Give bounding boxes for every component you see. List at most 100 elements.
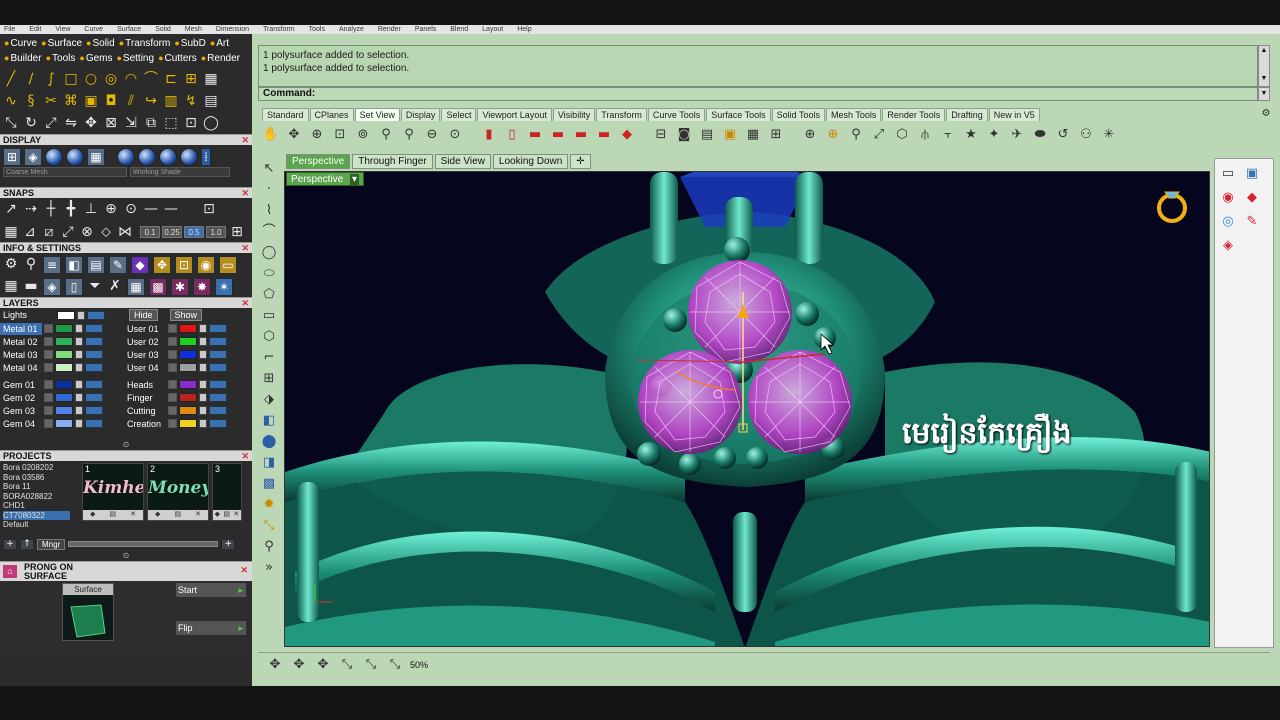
- snap-tan-icon[interactable]: —: [143, 201, 159, 217]
- gem-diamond-icon[interactable]: ◈: [1219, 237, 1237, 255]
- layer-stack-icon[interactable]: ≡: [43, 256, 61, 274]
- rectangle-tool-icon[interactable]: □: [63, 71, 79, 87]
- viewport-tab[interactable]: Looking Down: [492, 154, 569, 169]
- toolbar-tab[interactable]: Transform: [596, 108, 647, 121]
- layers-section-header[interactable]: LAYERS ✕: [0, 297, 252, 308]
- project-list[interactable]: Bora 0208202 Bora 03586 Bora 11 BORA028822 C…: [0, 463, 70, 535]
- toolbar-tab[interactable]: Viewport Layout: [477, 108, 552, 121]
- offset-tool-icon[interactable]: ⊏: [163, 71, 179, 87]
- layer-lock-icon[interactable]: [199, 324, 207, 333]
- lights-swatch[interactable]: [57, 310, 75, 320]
- view-folder-icon[interactable]: ▣: [721, 126, 739, 144]
- layer-row[interactable]: Creation: [124, 417, 248, 430]
- plan-view-icon[interactable]: ▤: [698, 126, 716, 144]
- hide-button[interactable]: Hide: [129, 309, 158, 321]
- layer-checkbox[interactable]: [44, 419, 53, 428]
- split-tool-icon[interactable]: ⫽: [123, 93, 139, 109]
- gumball-5-icon[interactable]: ⤡: [362, 656, 380, 674]
- rect-icon[interactable]: ▭: [260, 307, 278, 325]
- layer-name[interactable]: Metal 02: [0, 336, 42, 348]
- layer-row[interactable]: Finger: [124, 391, 248, 404]
- box-solid-icon[interactable]: ◧: [260, 412, 278, 430]
- close-icon[interactable]: ✕: [241, 243, 249, 254]
- copy-icon[interactable]: ⧉: [143, 115, 159, 131]
- bend-tool-icon[interactable]: ↪: [143, 93, 159, 109]
- layer-color-swatch[interactable]: [55, 419, 73, 428]
- toolbar-tab[interactable]: Standard: [262, 108, 309, 121]
- bag-tool-icon[interactable]: ◘: [103, 93, 119, 109]
- render-view-icon[interactable]: ▣: [1243, 165, 1261, 183]
- undo-view-icon[interactable]: ↺: [1054, 126, 1072, 144]
- monitor-icon[interactable]: ▭: [1219, 165, 1237, 183]
- car-front-icon[interactable]: ▬: [572, 126, 590, 144]
- gumball-6-icon[interactable]: ⤡: [386, 656, 404, 674]
- toolbox-tab[interactable]: ●Solid: [86, 38, 115, 49]
- texture-3-icon[interactable]: ✸: [193, 278, 211, 296]
- layer-color-swatch[interactable]: [55, 406, 73, 415]
- menu-item[interactable]: Help: [517, 26, 531, 33]
- filter-funnel-icon[interactable]: ⏷: [87, 278, 103, 294]
- history-scrollbar[interactable]: ▲ ▼: [1258, 45, 1270, 87]
- orient-icon[interactable]: ⬚: [163, 115, 179, 131]
- layer-color-swatch[interactable]: [55, 380, 73, 389]
- layer-row[interactable]: User 04: [124, 361, 248, 374]
- layout-icon[interactable]: ▦: [3, 278, 19, 294]
- layer-color-swatch[interactable]: [179, 419, 197, 428]
- layer-checkbox[interactable]: [168, 406, 177, 415]
- toolbox-tab[interactable]: ●Curve: [4, 38, 37, 49]
- snap-cen-icon[interactable]: ⊥: [83, 201, 99, 217]
- project-scrollbar[interactable]: [68, 541, 219, 547]
- layer-name[interactable]: Gem 02: [0, 392, 42, 404]
- zoom-extents-icon[interactable]: ⚲: [400, 126, 418, 144]
- viewport-tab[interactable]: Perspective: [286, 154, 351, 169]
- toolbox-tab[interactable]: ●Builder: [4, 53, 42, 64]
- toolbar-tab[interactable]: Display: [400, 108, 441, 121]
- save-icon[interactable]: ▤: [174, 510, 181, 520]
- snap-value-button[interactable]: 1.0: [206, 226, 226, 238]
- rotate-view-icon[interactable]: ✥: [285, 126, 303, 144]
- texture-2-icon[interactable]: ✱: [171, 278, 189, 296]
- layer-name[interactable]: Metal 03: [0, 349, 42, 361]
- car-top-icon[interactable]: ▬: [526, 126, 544, 144]
- pan-hand-icon[interactable]: ✋: [262, 126, 280, 144]
- delete-icon[interactable]: ✕: [130, 510, 136, 520]
- add-project-icon[interactable]: +: [3, 538, 17, 550]
- add-viewport-icon[interactable]: ✛: [570, 154, 591, 169]
- align-view-icon[interactable]: ⫛: [916, 126, 934, 144]
- grid-view-icon[interactable]: ⫟: [939, 126, 957, 144]
- expand-icon[interactable]: ⤢: [870, 126, 888, 144]
- layer-color-swatch[interactable]: [55, 337, 73, 346]
- target-icon[interactable]: ⊕: [801, 126, 819, 144]
- wave-tool-icon[interactable]: ∿: [3, 93, 19, 109]
- ellipse-icon[interactable]: ⬭: [260, 265, 278, 283]
- layer-row[interactable]: Metal 04: [0, 361, 124, 374]
- delete-icon[interactable]: ✕: [195, 510, 201, 520]
- project-thumbnail[interactable]: 1 Kimhea ◆ ▤ ✕: [82, 463, 144, 521]
- viewport-tab[interactable]: Through Finger: [352, 154, 433, 169]
- view-back-icon[interactable]: ▯: [503, 126, 521, 144]
- plane-2-icon[interactable]: ⬬: [1031, 126, 1049, 144]
- layer-name[interactable]: Gem 03: [0, 405, 42, 417]
- toolbox-tab[interactable]: ●Tools: [46, 53, 76, 64]
- layer-name[interactable]: Heads: [124, 379, 166, 391]
- snap-value-button[interactable]: 0.1: [140, 226, 160, 238]
- planar-icon[interactable]: ⧄: [41, 224, 57, 240]
- view-tiles-2-icon[interactable]: ⊞: [767, 126, 785, 144]
- add-icon[interactable]: ◆: [155, 510, 160, 520]
- layer-visible-icon[interactable]: [85, 324, 103, 333]
- add-icon[interactable]: ◆: [90, 510, 95, 520]
- layer-lock-icon[interactable]: [199, 380, 207, 389]
- lights-lock-icon[interactable]: [77, 310, 85, 320]
- car-side-icon[interactable]: ▬: [549, 126, 567, 144]
- layer-visible-icon[interactable]: [85, 406, 103, 415]
- close-icon[interactable]: ✕: [240, 566, 248, 575]
- star-2-icon[interactable]: ✦: [985, 126, 1003, 144]
- render-ball-icon[interactable]: [45, 148, 63, 166]
- tools-icon[interactable]: ✗: [107, 278, 123, 294]
- select-arrow-icon[interactable]: ↖: [260, 160, 278, 178]
- layer-lock-icon[interactable]: [75, 393, 83, 402]
- spiral-tool-icon[interactable]: §: [23, 93, 39, 109]
- snap-point-icon[interactable]: ┼: [43, 201, 59, 217]
- layer-visible-icon[interactable]: [85, 337, 103, 346]
- layer-lock-icon[interactable]: [75, 350, 83, 359]
